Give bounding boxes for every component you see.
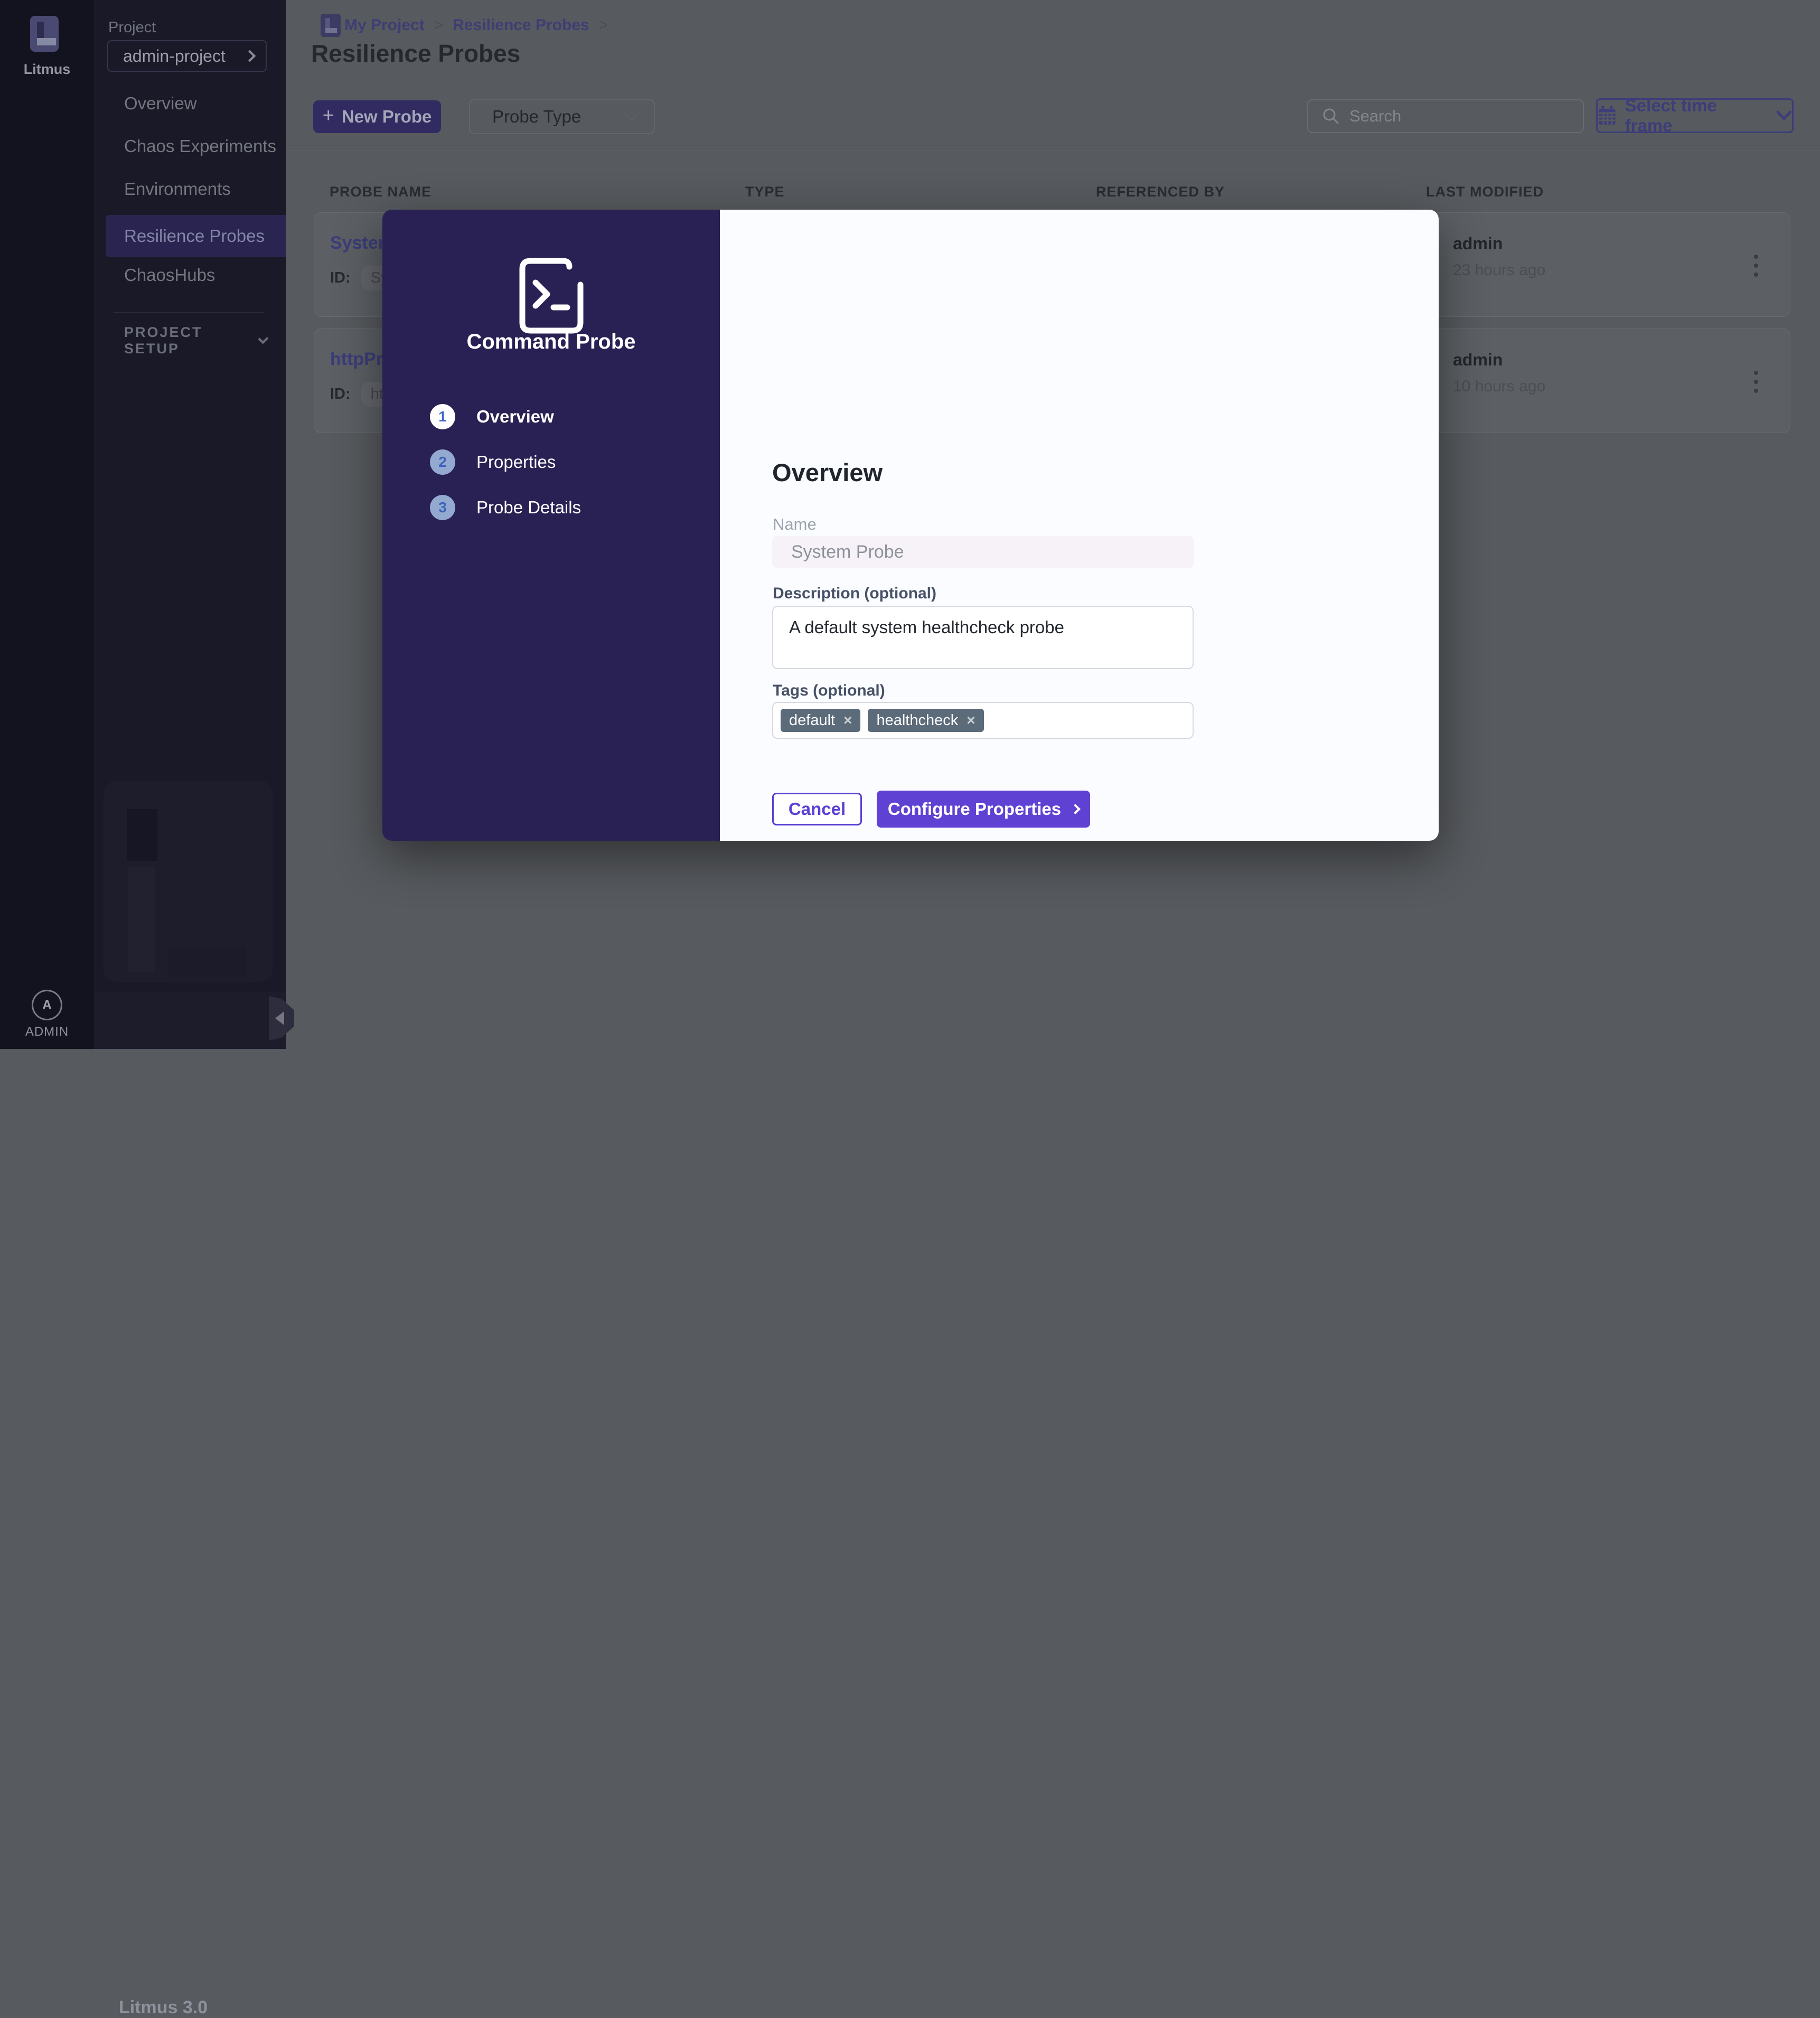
sidebar-skeleton-block: [127, 809, 157, 861]
breadcrumb: My Project > Resilience Probes >: [344, 15, 608, 36]
avatar-caption: ADMIN: [25, 1025, 69, 1039]
modified-time: 23 hours ago: [1453, 261, 1546, 279]
litmus-logo-text: Litmus: [23, 61, 71, 77]
tags-label: Tags (optional): [773, 682, 885, 699]
remove-tag-icon[interactable]: ×: [843, 713, 852, 728]
overview-form: Overview Name System Probe Description (…: [720, 210, 1439, 841]
description-label: Description (optional): [773, 585, 936, 602]
sidebar-item-overview[interactable]: Overview: [94, 82, 286, 125]
breadcrumb-resilience-probes[interactable]: Resilience Probes: [453, 16, 589, 34]
wizard-step-probe-details[interactable]: 3 Probe Details: [430, 494, 683, 521]
user-avatar[interactable]: A: [32, 990, 62, 1020]
litmus-logo-icon[interactable]: [30, 16, 59, 52]
form-title: Overview: [772, 458, 883, 486]
description-textarea[interactable]: A default system healthcheck probe: [772, 606, 1194, 669]
modified-by: admin: [1453, 350, 1503, 369]
chevron-right-icon: [1070, 804, 1081, 814]
breadcrumb-project-icon[interactable]: [321, 14, 341, 37]
tags-field[interactable]: default × healthcheck ×: [772, 702, 1194, 739]
column-last-modified: LAST MODIFIED: [1426, 184, 1544, 200]
breadcrumb-separator: >: [434, 16, 444, 34]
name-field[interactable]: System Probe: [772, 536, 1194, 568]
project-setup-label: PROJECT SETUP: [124, 324, 203, 356]
column-probe-name: PROBE NAME: [330, 184, 432, 200]
cancel-button[interactable]: Cancel: [772, 793, 862, 825]
select-time-frame-button[interactable]: Select time frame: [1596, 96, 1794, 135]
sidebar-item-chaos-experiments[interactable]: Chaos Experiments: [94, 125, 286, 167]
wizard-panel: Command Probe 1 Overview 2 Properties 3 …: [382, 210, 720, 841]
collapse-arrow-icon: [275, 1011, 284, 1025]
column-referenced-by: REFERENCED BY: [1096, 184, 1225, 200]
row-menu-button[interactable]: [1740, 243, 1772, 288]
project-label: Project: [108, 19, 156, 36]
column-type: TYPE: [745, 184, 785, 200]
remove-tag-icon[interactable]: ×: [967, 713, 975, 728]
breadcrumb-my-project[interactable]: My Project: [344, 16, 425, 34]
step-number: 1: [430, 404, 455, 429]
search-icon: [1323, 108, 1339, 124]
configure-properties-button[interactable]: Configure Properties: [877, 791, 1090, 828]
version-label: Litmus 3.0: [119, 1997, 208, 2017]
toolbar: + New Probe Probe Type Search Select tim…: [286, 80, 1820, 151]
page-title: Resilience Probes: [311, 40, 521, 67]
chevron-right-icon: [243, 50, 256, 62]
wizard-title: Command Probe: [466, 330, 636, 353]
chevron-down-icon: [258, 333, 269, 344]
project-name: admin-project: [123, 46, 226, 65]
sidebar-footer: Litmus 3.0: [94, 992, 286, 2017]
wizard-step-properties[interactable]: 2 Properties: [430, 448, 683, 476]
breadcrumb-separator: >: [598, 16, 608, 34]
sidebar-item-chaoshubs[interactable]: ChaosHubs: [94, 254, 286, 296]
step-number: 3: [430, 495, 455, 520]
new-probe-button[interactable]: + New Probe: [313, 100, 441, 133]
modified-by: admin: [1453, 234, 1503, 253]
icon-rail: Litmus A ADMIN: [0, 0, 94, 1049]
plus-icon: +: [322, 104, 334, 127]
chevron-down-icon: [1776, 110, 1792, 120]
sidebar-skeleton-block: [128, 867, 155, 972]
probe-type-dropdown[interactable]: Probe Type: [469, 99, 655, 134]
name-label: Name: [773, 515, 817, 533]
sidebar-item-environments[interactable]: Environments: [94, 168, 286, 210]
wizard-step-overview[interactable]: 1 Overview: [430, 403, 683, 430]
row-menu-button[interactable]: [1740, 360, 1772, 404]
sidebar-item-resilience-probes[interactable]: Resilience Probes: [106, 215, 286, 257]
project-selector[interactable]: admin-project: [107, 40, 267, 72]
terminal-icon: [519, 258, 584, 334]
create-probe-modal: Command Probe 1 Overview 2 Properties 3 …: [382, 210, 1439, 841]
sidebar-skeleton-block: [168, 946, 246, 977]
logo-bar-horizontal: [37, 38, 56, 45]
chevron-down-icon: [625, 108, 638, 121]
project-setup-toggle[interactable]: PROJECT SETUP: [124, 324, 269, 356]
search-box: [1307, 99, 1584, 133]
tag-chip-healthcheck: healthcheck ×: [868, 709, 984, 732]
logo-bar-vertical: [37, 22, 44, 39]
search-input[interactable]: [1349, 107, 1561, 126]
modified-time: 10 hours ago: [1453, 378, 1546, 395]
sidebar: Project admin-project Overview Chaos Exp…: [94, 0, 286, 2017]
calendar-icon: [1598, 106, 1616, 125]
step-number: 2: [430, 449, 455, 475]
table-header-row: PROBE NAME TYPE REFERENCED BY LAST MODIF…: [286, 184, 1820, 205]
tag-chip-default: default ×: [781, 709, 861, 732]
page-header: My Project > Resilience Probes > Resilie…: [286, 0, 1820, 80]
sidebar-divider: [114, 312, 264, 313]
